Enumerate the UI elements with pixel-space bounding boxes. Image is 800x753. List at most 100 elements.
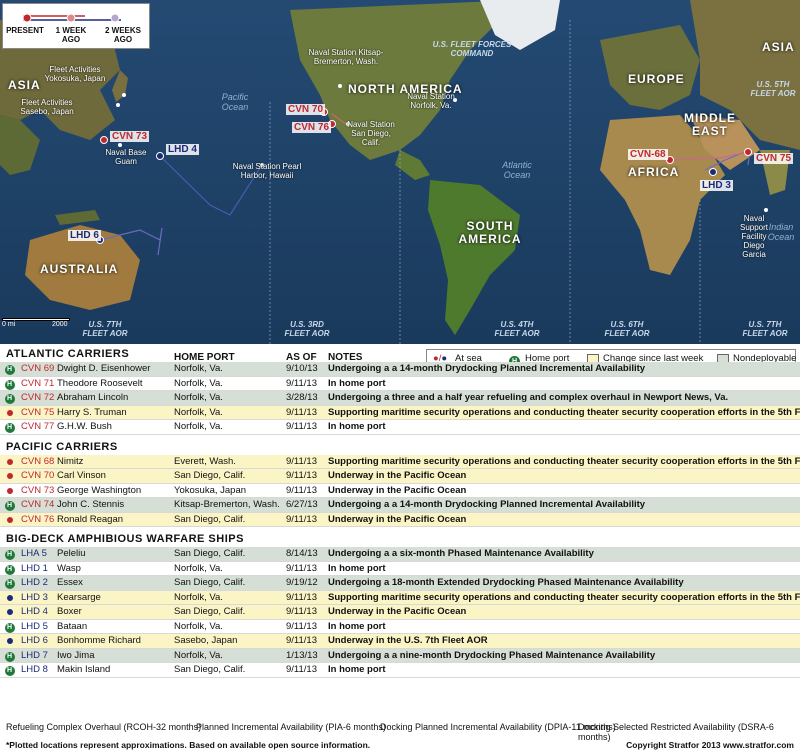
- table-row: H CVN 71 Theodore Roosevelt Norfolk, Va. 9/1…: [0, 377, 800, 391]
- hull-number: LHD 6: [21, 635, 48, 646]
- label-norfolk: Naval Station Norfolk, Va.: [407, 92, 455, 110]
- home-port-icon: H: [4, 620, 15, 635]
- table-row: LHD 6 Bonhomme Richard Sasebo, Japan 9/11/1…: [0, 634, 800, 649]
- hull-number: CVN 73: [21, 484, 55, 496]
- as-of-date: 1/13/13: [286, 649, 318, 661]
- as-of-date: 9/11/13: [286, 513, 317, 525]
- status-note: Undergoing a a nine-month Drydocking Pha…: [328, 649, 656, 661]
- at-sea-dot-icon: [4, 605, 15, 621]
- home-port: Norfolk, Va.: [174, 591, 223, 603]
- hull-number: LHD 7: [21, 649, 48, 661]
- ship-label-cvn68: CVN-68: [628, 149, 668, 160]
- home-port: Norfolk, Va.: [174, 406, 223, 418]
- ship-name: Dwight D. Eisenhower: [57, 363, 151, 374]
- label-guam: Naval Base Guam: [105, 148, 147, 166]
- home-port: Yokosuka, Japan: [174, 484, 247, 496]
- as-of-date: 9/11/13: [286, 591, 317, 603]
- table-row: H LHD 7 Iwo Jima Norfolk, Va. 1/13/13 Undergo…: [0, 648, 800, 663]
- status-note: Underway in the U.S. 7th Fleet AOR: [328, 635, 488, 646]
- ship-name: G.H.W. Bush: [57, 421, 112, 432]
- label-yokosuka: Fleet Activities Yokosuka, Japan: [44, 65, 106, 83]
- home-port: San Diego, Calif.: [174, 470, 246, 481]
- home-port: Norfolk, Va.: [174, 392, 223, 403]
- table-row: H CVN 72 Abraham Lincoln Norfolk, Va. 3/28/1…: [0, 391, 800, 406]
- table-row: LHD 4 Boxer San Diego, Calif. 9/11/13 Underw…: [0, 605, 800, 620]
- base-marker: [118, 143, 122, 147]
- ship-name: Theodore Roosevelt: [57, 377, 143, 389]
- cvn73-marker: [100, 136, 108, 144]
- lhd3-marker: [709, 168, 717, 176]
- table-row: CVN 75 Harry S. Truman Norfolk, Va. 9/11/13…: [0, 405, 800, 422]
- home-port: Everett, Wash.: [174, 455, 236, 467]
- status-note: In home port: [328, 562, 386, 574]
- at-sea-dot-icon: [4, 406, 15, 422]
- home-port: Sasebo, Japan: [174, 635, 238, 646]
- as-of-date: 6/27/13: [286, 499, 318, 510]
- at-sea-dot-icon: [4, 469, 15, 485]
- home-port: Norfolk, Va.: [174, 363, 223, 374]
- as-of-date: 9/11/13: [286, 620, 317, 632]
- home-port: San Diego, Calif.: [174, 606, 246, 617]
- label-pearl-harbor: Naval Station Pearl Harbor, Hawaii: [232, 162, 302, 180]
- as-of-date: 9/10/13: [286, 363, 318, 374]
- ship-name: Carl Vinson: [57, 470, 106, 481]
- label-7th-fleet-west: U.S. 7TH FLEET AOR: [82, 320, 128, 338]
- label-kitsap: Naval Station Kitsap-Bremerton, Wash.: [308, 48, 384, 66]
- ship-tables: ATLANTIC CARRIERS H CVN 69 Dwight D. Eisenh…: [0, 346, 800, 678]
- label-atlantic-ocean: Atlantic Ocean: [502, 160, 532, 180]
- as-of-date: 9/19/12: [286, 577, 318, 588]
- ship-name: Bataan: [57, 620, 88, 632]
- at-sea-dot-icon: [4, 634, 15, 650]
- as-of-date: 9/11/13: [286, 664, 317, 675]
- ship-name: Essex: [57, 577, 83, 588]
- at-sea-dot-icon: [4, 455, 15, 471]
- key-present: PRESENT: [6, 26, 44, 35]
- table-row: CVN 68 Nimitz Everett, Wash. 9/11/13 Support…: [0, 454, 800, 471]
- label-sasebo: Fleet Activities Sasebo, Japan: [20, 98, 74, 116]
- base-marker: [764, 208, 768, 212]
- as-of-date: 9/11/13: [286, 484, 317, 496]
- status-note: In home port: [328, 664, 386, 675]
- ship-name: George Washington: [57, 484, 142, 496]
- ship-name: Boxer: [57, 606, 82, 617]
- home-port: Norfolk, Va.: [174, 421, 223, 432]
- hull-number: CVN 68: [21, 455, 55, 467]
- status-note: Underway in the Pacific Ocean: [328, 606, 467, 617]
- hull-number: CVN 77: [21, 421, 55, 432]
- key-two-weeks-ago: 2 WEEKS AGO: [104, 26, 141, 44]
- ship-label-cvn73: CVN 73: [110, 131, 150, 142]
- table-row: CVN 70 Carl Vinson San Diego, Calif. 9/11/1…: [0, 469, 800, 484]
- hull-number: LHA 5: [21, 548, 47, 559]
- base-marker: [116, 103, 120, 107]
- def-rcoh: Refueling Complex Overhaul (RCOH-32 mont…: [6, 722, 202, 732]
- ship-name: Makin Island: [57, 664, 111, 675]
- home-port-icon: H: [4, 547, 15, 562]
- hull-number: CVN 75: [21, 406, 55, 418]
- home-port-icon: H: [4, 498, 15, 513]
- ship-label-cvn70: CVN 70: [286, 104, 326, 115]
- home-port-icon: H: [4, 391, 15, 406]
- ship-name: Harry S. Truman: [57, 406, 127, 418]
- as-of-date: 3/28/13: [286, 392, 318, 403]
- status-note: Undergoing a 18-month Extended Drydockin…: [328, 577, 684, 588]
- time-key: PRESENT 1 WEEK AGO 2 WEEKS AGO: [2, 3, 150, 49]
- ship-name: Peleliu: [57, 548, 86, 559]
- copyright: Copyright Stratfor 2013 www.stratfor.com: [626, 740, 794, 750]
- table-row: H CVN 69 Dwight D. Eisenhower Norfolk, Va. 9…: [0, 362, 800, 377]
- as-of-date: 9/11/13: [286, 470, 317, 481]
- ship-name: Wasp: [57, 562, 81, 574]
- label-south-america: SOUTH AMERICA: [458, 219, 522, 246]
- status-note: Undergoing a a 14-month Drydocking Plann…: [328, 499, 646, 510]
- ship-name: Nimitz: [57, 455, 84, 467]
- status-note: Underway in the Pacific Ocean: [328, 470, 467, 481]
- ship-name: John C. Stennis: [57, 499, 125, 510]
- home-port: San Diego, Calif.: [174, 513, 246, 525]
- scale-zero: 0 mi: [2, 321, 16, 328]
- label-asia-west: ASIA: [8, 78, 41, 92]
- home-port-icon: H: [4, 576, 15, 591]
- key-week-ago: 1 WEEK AGO: [55, 26, 87, 44]
- table-row: LHD 3 Kearsarge Norfolk, Va. 9/11/13 Support…: [0, 590, 800, 605]
- def-pia: Planned Incremental Availability (PIA-6 …: [196, 722, 386, 732]
- footnote: *Plotted locations represent approximati…: [6, 740, 371, 750]
- table-row: H CVN 74 John C. Stennis Kitsap-Bremerton, …: [0, 498, 800, 513]
